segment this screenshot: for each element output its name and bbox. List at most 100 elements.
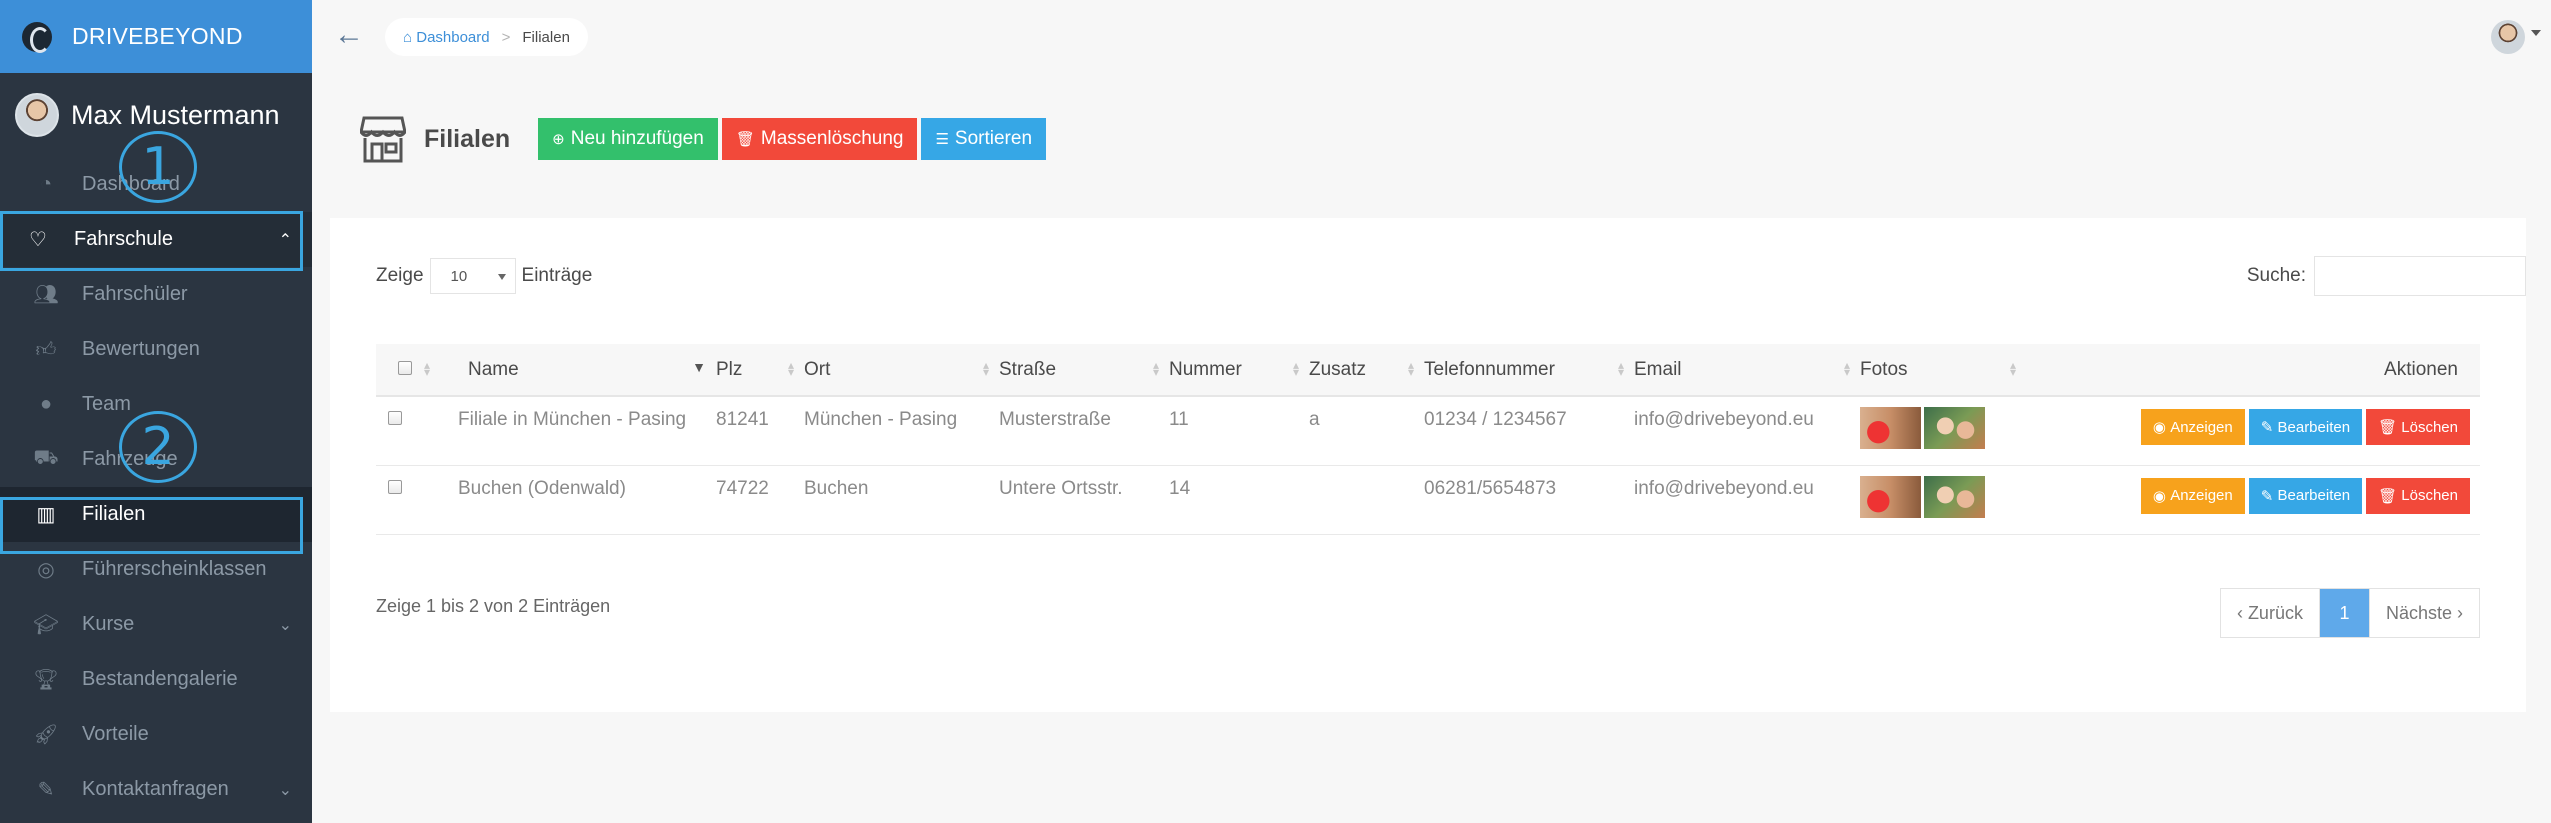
highlight-box-fahrschule	[0, 211, 303, 271]
annotation-circle-1: 1	[119, 131, 197, 203]
content-card: Zeige 10 Einträge Suche: ▴ ▾ Name ▼ Plz ▴ ▾	[330, 218, 2526, 712]
photo-thumbnail[interactable]	[1924, 407, 1985, 449]
cell-strasse: Musterstraße	[999, 396, 1169, 466]
trash-icon: 🗑︎	[2378, 487, 2402, 505]
users-icon: 👥︎	[33, 284, 59, 306]
cell-telefon: 01234 / 1234567	[1424, 396, 1634, 466]
sidebar-item-kurse[interactable]: 🎓︎ Kurse ⌄	[0, 597, 312, 652]
avatar	[15, 93, 59, 137]
avatar[interactable]	[2491, 20, 2525, 54]
eye-icon: ◉	[2152, 487, 2171, 505]
cell-fotos	[1860, 465, 2026, 535]
cell-nummer: 11	[1169, 396, 1309, 466]
column-strasse[interactable]: Straße ▴ ▾	[999, 344, 1169, 397]
sidebar-item-label: Kontaktanfragen	[82, 778, 229, 800]
trophy-icon: 🏆︎	[33, 669, 59, 691]
pagination-next[interactable]: Nächste ›	[2370, 589, 2479, 637]
column-email[interactable]: Email ▴ ▾	[1634, 344, 1860, 397]
cell-actions: ◉ Anzeigen ✎ Bearbeiten 🗑︎ Löschen	[2026, 465, 2480, 535]
row-select-cell[interactable]	[376, 465, 454, 535]
cell-plz: 81241	[716, 396, 804, 466]
table-info: Zeige 1 bis 2 von 2 Einträgen	[376, 596, 611, 616]
page-length-select[interactable]: 10	[429, 258, 516, 294]
select-all-header[interactable]: ▴ ▾	[376, 344, 454, 397]
brand-name: DRIVEBEYOND	[72, 23, 243, 49]
table-row[interactable]: Filiale in München - Pasing 81241 Münche…	[376, 396, 2480, 466]
edit-button[interactable]: ✎ Bearbeiten	[2248, 409, 2363, 445]
edit-icon: ✎	[37, 779, 55, 801]
sidebar-item-label: Führerscheinklassen	[82, 558, 267, 580]
select-all-checkbox[interactable]	[398, 360, 412, 375]
truck-icon: ⛟	[33, 447, 59, 469]
topbar: ← ⌂ Dashboard > Filialen	[312, 0, 2551, 73]
user-name: Max Mustermann	[71, 99, 280, 130]
delete-button[interactable]: 🗑︎ Löschen	[2366, 477, 2470, 514]
plus-circle-icon: ⊕	[552, 131, 565, 148]
row-checkbox[interactable]	[388, 479, 402, 494]
search-control: Suche:	[2247, 256, 2526, 296]
view-button[interactable]: ◉ Anzeigen	[2140, 409, 2245, 445]
column-plz[interactable]: Plz ▴ ▾	[716, 344, 804, 397]
sidebar-item-label: Team	[82, 393, 131, 415]
breadcrumb-current: Filialen	[522, 28, 570, 46]
sidebar-item-kontaktanfragen[interactable]: ✎ Kontaktanfragen ⌄	[0, 762, 312, 817]
brand-header[interactable]: DRIVEBEYOND	[0, 0, 312, 73]
sort-icon: ▴ ▾	[1152, 358, 1159, 379]
column-fotos[interactable]: Fotos ▴ ▾	[1860, 344, 2026, 397]
view-button[interactable]: ◉ Anzeigen	[2140, 477, 2245, 514]
cell-ort: München - Pasing	[804, 396, 999, 466]
sort-icon: ▴ ▾	[1407, 358, 1414, 379]
search-label: Suche:	[2246, 265, 2306, 286]
cell-email: info@drivebeyond.eu	[1634, 396, 1860, 466]
pagination-page-1[interactable]: 1	[2319, 589, 2370, 637]
photo-thumbnail[interactable]	[1860, 475, 1921, 518]
sort-icon: ▴ ▾	[1843, 358, 1850, 379]
sidebar-item-bewertungen[interactable]: 👍︎ Bewertungen	[0, 322, 312, 377]
sidebar-item-label: Bewertungen	[82, 338, 200, 360]
search-input[interactable]	[2314, 256, 2526, 296]
add-button[interactable]: ⊕ Neu hinzufügen	[538, 118, 718, 160]
page-title: Filialen	[424, 124, 511, 153]
trash-icon: 🗑︎	[2378, 419, 2402, 436]
photo-thumbnail[interactable]	[1860, 407, 1921, 449]
column-zusatz[interactable]: Zusatz ▴ ▾	[1309, 344, 1424, 397]
photo-thumbnail[interactable]	[1924, 475, 1985, 518]
column-name[interactable]: Name ▼	[454, 344, 716, 397]
column-nummer[interactable]: Nummer ▴ ▾	[1169, 344, 1309, 397]
cell-nummer: 14	[1169, 465, 1309, 535]
cell-plz: 74722	[716, 465, 804, 535]
table-row[interactable]: Buchen (Odenwald) 74722 Buchen Untere Or…	[376, 465, 2480, 535]
row-checkbox[interactable]	[388, 411, 402, 425]
sort-button[interactable]: ☰ Sortieren	[921, 118, 1047, 160]
rocket-icon: 🚀︎	[33, 724, 59, 746]
highlight-box-filialen	[0, 497, 303, 554]
sidebar: DRIVEBEYOND Max Mustermann ◔ Dashboard ♡…	[0, 0, 312, 823]
sidebar-item-fahrschueler[interactable]: 👥︎ Fahrschüler	[0, 267, 312, 322]
column-ort[interactable]: Ort ▴ ▾	[804, 344, 999, 397]
cell-ort: Buchen	[804, 465, 999, 535]
delete-button[interactable]: 🗑︎ Löschen	[2366, 409, 2470, 445]
sidebar-item-label: Fahrschüler	[82, 283, 188, 305]
cell-email: info@drivebeyond.eu	[1634, 465, 1860, 535]
breadcrumb: ⌂ Dashboard > Filialen	[385, 18, 588, 56]
mass-delete-button[interactable]: 🗑︎ Massenlöschung	[721, 118, 918, 160]
sort-icon: ▴ ▾	[1617, 358, 1624, 379]
trash-icon: 🗑︎	[735, 131, 755, 148]
row-select-cell[interactable]	[376, 396, 454, 466]
column-telefonnummer[interactable]: Telefonnummer ▴ ▾	[1424, 344, 1634, 397]
sidebar-item-label: Kurse	[82, 613, 135, 635]
breadcrumb-home[interactable]: ⌂ Dashboard	[403, 29, 490, 46]
caret-down-icon[interactable]	[2531, 30, 2541, 36]
sort-desc-icon: ▼	[692, 359, 706, 375]
cell-actions: ◉ Anzeigen ✎ Bearbeiten 🗑︎ Löschen	[2026, 396, 2480, 466]
sort-icon: ▴ ▾	[423, 358, 430, 379]
sidebar-item-vorteile[interactable]: 🚀︎ Vorteile	[0, 707, 312, 762]
pagination-prev[interactable]: ‹ Zurück	[2221, 589, 2320, 637]
back-arrow-icon[interactable]: ←	[334, 18, 364, 52]
cell-zusatz	[1309, 465, 1424, 535]
chevron-down-icon: ⌄	[278, 616, 292, 634]
length-prefix: Zeige	[376, 265, 424, 286]
sidebar-item-bestandengalerie[interactable]: 🏆︎ Bestandengalerie	[0, 652, 312, 707]
logo-icon	[22, 21, 52, 53]
edit-button[interactable]: ✎ Bearbeiten	[2248, 477, 2363, 514]
